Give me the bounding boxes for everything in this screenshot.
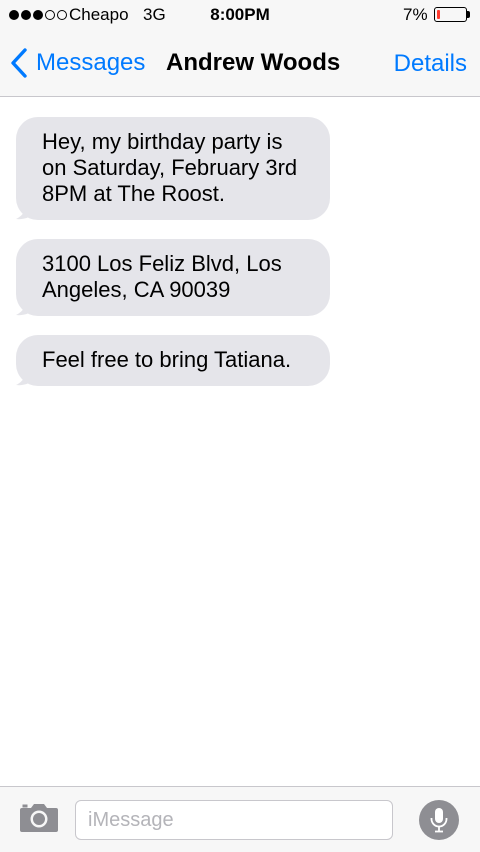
conversation-title: Andrew Woods — [166, 49, 341, 76]
message-text: Feel free to bring Tatiana. — [16, 335, 330, 386]
message-bubble-incoming[interactable]: Hey, my birthday party is on Saturday, F… — [16, 117, 330, 220]
status-bar: Cheapo 3G 8:00PM 7% — [0, 0, 480, 30]
battery-icon — [434, 7, 467, 22]
message-input[interactable] — [75, 800, 393, 840]
battery-tip — [467, 11, 470, 18]
camera-icon[interactable] — [19, 801, 59, 833]
chevron-left-icon — [11, 48, 27, 78]
message-bubble-incoming[interactable]: Feel free to bring Tatiana. — [16, 335, 330, 386]
microphone-button[interactable] — [419, 800, 459, 840]
microphone-icon — [430, 808, 448, 833]
battery-percentage: 7% — [403, 5, 428, 24]
details-button[interactable]: Details — [394, 50, 467, 78]
message-thread[interactable]: Hey, my birthday party is on Saturday, F… — [0, 97, 480, 787]
back-button-label: Messages — [36, 49, 146, 76]
message-text: Hey, my birthday party is on Saturday, F… — [16, 117, 330, 220]
navigation-bar: Messages Andrew Woods Details — [0, 30, 480, 97]
message-bubble-incoming[interactable]: 3100 Los Feliz Blvd, Los Angeles, CA 900… — [16, 239, 330, 316]
message-text: 3100 Los Feliz Blvd, Los Angeles, CA 900… — [16, 239, 330, 316]
back-button[interactable]: Messages — [10, 47, 145, 79]
compose-bar — [0, 786, 480, 852]
battery-level-fill — [437, 10, 440, 19]
